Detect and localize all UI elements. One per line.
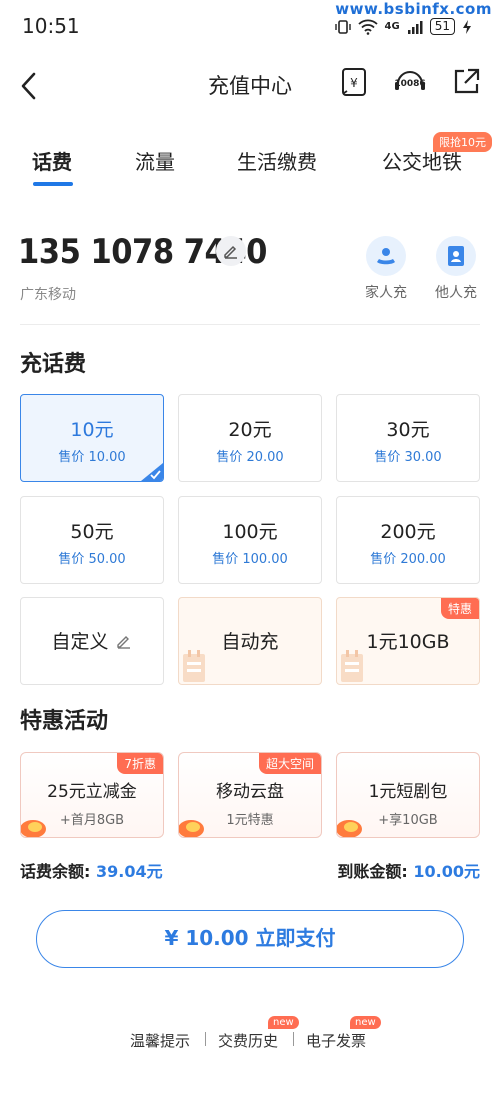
selected-check-icon <box>141 463 163 481</box>
balance-credited-label: 到账金额: <box>337 862 414 881</box>
status-icons: 4G 51 <box>334 18 472 35</box>
custom-amount-text: 自定义 <box>51 631 109 653</box>
footer-link-invoice-label: 电子发票 <box>306 1032 367 1050</box>
option-amount: 100元 <box>222 521 278 543</box>
family-recharge-button[interactable]: 家人充 <box>356 236 416 302</box>
section-divider <box>20 324 480 325</box>
footer-link-tips[interactable]: 温馨提示 <box>130 1030 190 1051</box>
promo-tag: 超大空间 <box>258 753 321 774</box>
pay-now-button[interactable]: ¥ 10.00 立即支付 <box>36 910 464 968</box>
signal-icon <box>407 20 423 34</box>
promo-card-voucher[interactable]: 7折惠 25元立减金 +首月8GB <box>20 752 164 838</box>
option-amount: 200元 <box>380 521 436 543</box>
tab-phone-bill[interactable]: 话费 <box>32 146 72 175</box>
promo-tag: 7折惠 <box>117 753 163 774</box>
svg-text:¥: ¥ <box>350 76 358 90</box>
recharge-section-title: 充话费 <box>20 352 87 377</box>
other-recharge-button[interactable]: 他人充 <box>426 236 486 302</box>
auto-recharge-card[interactable]: 自动充 <box>178 597 322 685</box>
vibrate-icon <box>334 19 351 34</box>
category-tabs: 话费 流量 生活缴费 公交地铁 <box>0 130 500 190</box>
option-price: 售价 20.00 <box>216 450 284 465</box>
tab-transit-badge: 限抢10元 <box>433 132 492 152</box>
footer-link-invoice[interactable]: 电子发票 new <box>306 1016 381 1051</box>
data-package-label: 1元10GB <box>366 631 450 653</box>
battery-indicator: 51 <box>429 18 455 35</box>
coin-decor-icon <box>179 820 204 837</box>
tab-data[interactable]: 流量 <box>135 146 175 175</box>
other-recharge-label: 他人充 <box>435 285 477 301</box>
footer-separator <box>205 1032 206 1046</box>
watermark-text: www.bsbinfx.com <box>335 0 492 18</box>
promo-title: 1元短剧包 <box>368 782 448 802</box>
network-type: 4G <box>384 21 400 32</box>
balance-remaining-value: 39.04元 <box>95 862 163 881</box>
option-amount: 30元 <box>386 419 430 441</box>
new-badge: new <box>268 1016 299 1029</box>
option-price: 售价 100.00 <box>212 552 288 567</box>
promotions-section-title: 特惠活动 <box>20 709 109 734</box>
recharge-option-30[interactable]: 30元 售价 30.00 <box>336 394 480 482</box>
option-amount: 10元 <box>70 419 114 441</box>
family-recharge-icon <box>366 236 406 276</box>
data-package-card[interactable]: 1元10GB 特惠 <box>336 597 480 685</box>
auto-recharge-label: 自动充 <box>221 631 279 653</box>
balance-remaining: 话费余额: 39.04元 <box>20 858 163 882</box>
charging-icon <box>463 19 471 34</box>
recharge-option-10[interactable]: 10元 售价 10.00 <box>20 394 164 482</box>
status-time: 10:51 <box>22 14 80 38</box>
promo-card-short-drama[interactable]: 1元短剧包 +享10GB <box>336 752 480 838</box>
option-price: 售价 30.00 <box>374 450 442 465</box>
edit-number-button[interactable] <box>216 236 246 266</box>
tab-utilities[interactable]: 生活缴费 <box>237 146 317 175</box>
wifi-icon <box>357 19 378 35</box>
new-badge: new <box>350 1016 381 1029</box>
option-price: 售价 50.00 <box>58 552 126 567</box>
promo-title: 移动云盘 <box>216 782 284 802</box>
recharge-option-100[interactable]: 100元 售价 100.00 <box>178 496 322 584</box>
coin-decor-icon <box>21 820 46 837</box>
option-amount: 20元 <box>228 419 272 441</box>
status-bar: 10:51 www.bsbinfx.com 4G 51 <box>0 0 500 52</box>
share-icon[interactable] <box>450 66 482 98</box>
option-price: 售价 200.00 <box>370 552 446 567</box>
recharge-option-200[interactable]: 200元 售价 200.00 <box>336 496 480 584</box>
recharge-option-50[interactable]: 50元 售价 50.00 <box>20 496 164 584</box>
discount-tag: 特惠 <box>440 598 479 619</box>
contact-book-icon <box>436 236 476 276</box>
footer-links: 温馨提示 交费历史 new 电子发票 new <box>0 1016 500 1056</box>
promo-card-cloud-drive[interactable]: 超大空间 移动云盘 1元特惠 <box>178 752 322 838</box>
balance-remaining-label: 话费余额: <box>20 862 96 881</box>
footer-link-history[interactable]: 交费历史 new <box>218 1016 299 1051</box>
coin-decor-icon <box>337 820 362 837</box>
carrier-label: 广东移动 <box>20 287 76 303</box>
customer-service-button[interactable]: 10086 <box>392 66 428 98</box>
footer-link-history-label: 交费历史 <box>218 1032 279 1050</box>
pencil-icon <box>224 245 237 259</box>
recharge-phone-icon[interactable]: ¥ <box>338 66 370 98</box>
promo-title: 25元立减金 <box>47 782 137 802</box>
family-recharge-label: 家人充 <box>365 285 407 301</box>
balance-credited-value: 10.00元 <box>413 862 480 881</box>
option-amount: 50元 <box>70 521 114 543</box>
recharge-option-20[interactable]: 20元 售价 20.00 <box>178 394 322 482</box>
balance-credited: 到账金额: 10.00元 <box>337 858 480 882</box>
nav-bar: 充值中心 ¥ 10086 <box>0 56 500 112</box>
footer-separator <box>293 1032 294 1046</box>
nav-actions: ¥ 10086 <box>338 66 482 98</box>
pencil-icon <box>116 636 130 649</box>
active-tab-indicator <box>33 182 73 186</box>
service-number: 10086 <box>394 79 426 89</box>
custom-amount-label: 自定义 <box>21 627 163 654</box>
custom-amount-card[interactable]: 自定义 <box>20 597 164 685</box>
